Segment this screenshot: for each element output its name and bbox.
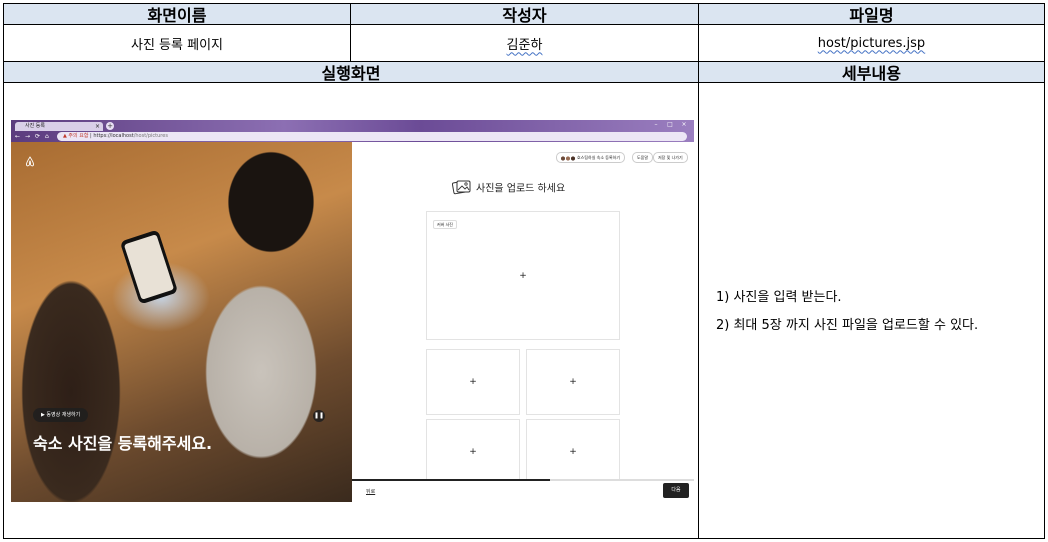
back-link[interactable]: 뒤로 xyxy=(366,488,375,495)
play-video-button[interactable]: ▶ 동영상 재생하기 xyxy=(33,408,89,422)
url-host: https://localhost xyxy=(93,133,134,139)
home-icon[interactable]: ⌂ xyxy=(45,132,49,141)
new-tab-button[interactable]: + xyxy=(106,122,114,130)
add-photo-icon: + xyxy=(569,377,577,387)
file-name-value: host/pictures.jsp xyxy=(817,35,926,51)
photos-icon xyxy=(451,179,472,198)
back-arrow-icon[interactable]: ← xyxy=(15,132,20,141)
upload-panel: 호스팅하실 숙소 등록하기 도움말 저장 및 나가기 사진을 업로드 하세요 커… xyxy=(352,142,694,502)
header-author: 작성자 xyxy=(351,4,698,25)
author-cell: 김준하 xyxy=(351,25,698,61)
photo-slot[interactable]: + xyxy=(526,419,620,485)
tab-title: 사진 등록 xyxy=(25,123,45,129)
header-execution-screen: 실행화면 xyxy=(4,62,698,83)
register-listing-button[interactable]: 호스팅하실 숙소 등록하기 xyxy=(556,152,626,163)
cover-photo-label: 커버 사진 xyxy=(433,220,457,229)
browser-tab[interactable]: 사진 등록 × xyxy=(15,122,103,131)
help-button[interactable]: 도움말 xyxy=(632,152,654,163)
execution-screenshot: 사진 등록 × + – □ × ← → ⟳ ⌂ ▲ 주의 요함 | https:/… xyxy=(11,120,694,502)
add-photo-icon: + xyxy=(469,377,477,387)
close-window-icon[interactable]: × xyxy=(679,121,689,129)
hero-photo: ▶ 동영상 재생하기 ❚❚ 숙소 사진을 등록해주세요. xyxy=(11,142,352,502)
progress-fill xyxy=(352,479,551,481)
photo-slot[interactable]: + xyxy=(426,419,520,485)
cover-photo-slot[interactable]: 커버 사진 + xyxy=(426,211,620,340)
save-exit-button[interactable]: 저장 및 나가기 xyxy=(653,152,688,163)
header-details: 세부내용 xyxy=(699,62,1044,83)
author-value: 김준하 xyxy=(506,37,543,53)
browser-chrome: 사진 등록 × + – □ × ← → ⟳ ⌂ ▲ 주의 요함 | https:/… xyxy=(11,120,694,142)
header-file-name: 파일명 xyxy=(699,4,1044,25)
next-button[interactable]: 다음 xyxy=(663,483,689,498)
minimize-icon[interactable]: – xyxy=(651,121,661,129)
reload-icon[interactable]: ⟳ xyxy=(35,132,40,141)
forward-arrow-icon[interactable]: → xyxy=(25,132,30,141)
progress-bar xyxy=(352,479,694,481)
address-bar[interactable]: ▲ 주의 요함 | https://localhost/host/picture… xyxy=(57,132,687,141)
security-warning[interactable]: ▲ 주의 요함 xyxy=(63,133,88,139)
col-divider xyxy=(698,4,699,539)
hero-headline: 숙소 사진을 등록해주세요. xyxy=(33,434,213,453)
detail-item: 1) 사진을 입력 받는다. xyxy=(716,290,842,305)
file-name-cell: host/pictures.jsp xyxy=(699,25,1044,61)
page-footer: 뒤로 다음 xyxy=(352,479,694,502)
add-photo-icon: + xyxy=(569,447,577,457)
pause-icon[interactable]: ❚❚ xyxy=(313,410,325,422)
photo-slot[interactable]: + xyxy=(426,349,520,415)
airbnb-logo-icon[interactable] xyxy=(25,156,35,170)
photo-slot[interactable]: + xyxy=(526,349,620,415)
register-listing-label: 호스팅하실 숙소 등록하기 xyxy=(577,155,621,160)
add-photo-icon: + xyxy=(519,270,527,281)
screen-name-value: 사진 등록 페이지 xyxy=(131,37,223,53)
upload-title-text: 사진을 업로드 하세요 xyxy=(476,183,566,195)
url-path: /host/pictures xyxy=(133,133,168,139)
header-screen-name: 화면이름 xyxy=(4,4,350,25)
upload-title: 사진을 업로드 하세요 xyxy=(451,179,566,198)
tab-close-icon[interactable]: × xyxy=(95,122,100,131)
add-photo-icon: + xyxy=(469,447,477,457)
detail-item: 2) 최대 5장 까지 사진 파일을 업로드할 수 있다. xyxy=(716,318,979,333)
host-avatars xyxy=(561,155,575,161)
details-list: 1) 사진을 입력 받는다. 2) 최대 5장 까지 사진 파일을 업로드할 수… xyxy=(716,284,978,340)
phone-in-photo xyxy=(119,229,179,305)
maximize-icon[interactable]: □ xyxy=(665,121,675,129)
